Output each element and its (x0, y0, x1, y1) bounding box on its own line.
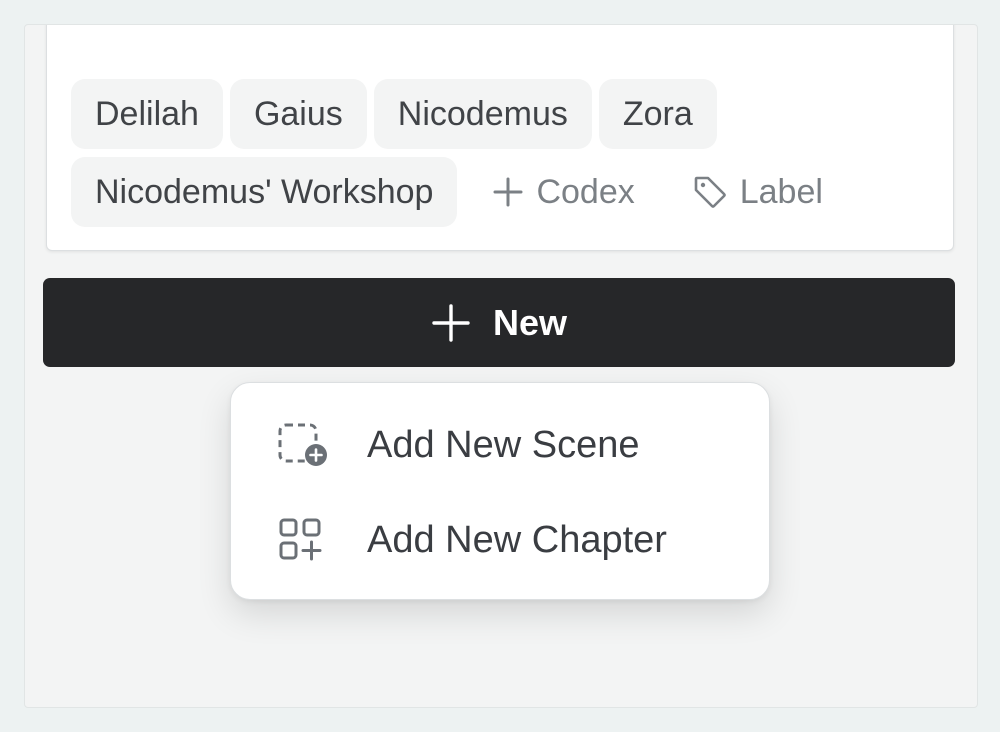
tag-chip[interactable]: Nicodemus (373, 79, 592, 149)
tag-chip[interactable]: Gaius (229, 79, 367, 149)
menu-item-label: Add New Chapter (367, 518, 667, 561)
scene-panel: Delilah Gaius Nicodemus Zora Nicodemus' … (24, 24, 978, 708)
menu-item-add-chapter[interactable]: Add New Chapter (277, 510, 667, 570)
tag-chip[interactable]: Nicodemus' Workshop (71, 157, 458, 227)
add-label-button[interactable]: Label (664, 157, 845, 227)
new-button-label: New (492, 301, 568, 343)
add-scene-icon (278, 423, 327, 466)
add-codex-button[interactable]: Codex (464, 157, 656, 227)
tag-icon (694, 176, 726, 208)
plus-icon (432, 303, 470, 342)
tag-chip[interactable]: Delilah (71, 79, 223, 149)
new-dropdown-menu: Add New Scene Add New Chapter (230, 382, 770, 600)
menu-item-add-scene[interactable]: Add New Scene (277, 415, 640, 475)
add-chapter-icon (279, 518, 322, 561)
add-label-label: Label (739, 173, 823, 211)
tag-chip[interactable]: Zora (598, 79, 717, 149)
new-button[interactable]: New (43, 278, 955, 367)
tag-list: Delilah Gaius Nicodemus Zora Nicodemus' … (71, 79, 931, 227)
add-codex-label: Codex (536, 173, 635, 211)
plus-icon (493, 177, 523, 207)
menu-item-label: Add New Scene (367, 423, 640, 466)
scene-card: Delilah Gaius Nicodemus Zora Nicodemus' … (46, 25, 954, 251)
